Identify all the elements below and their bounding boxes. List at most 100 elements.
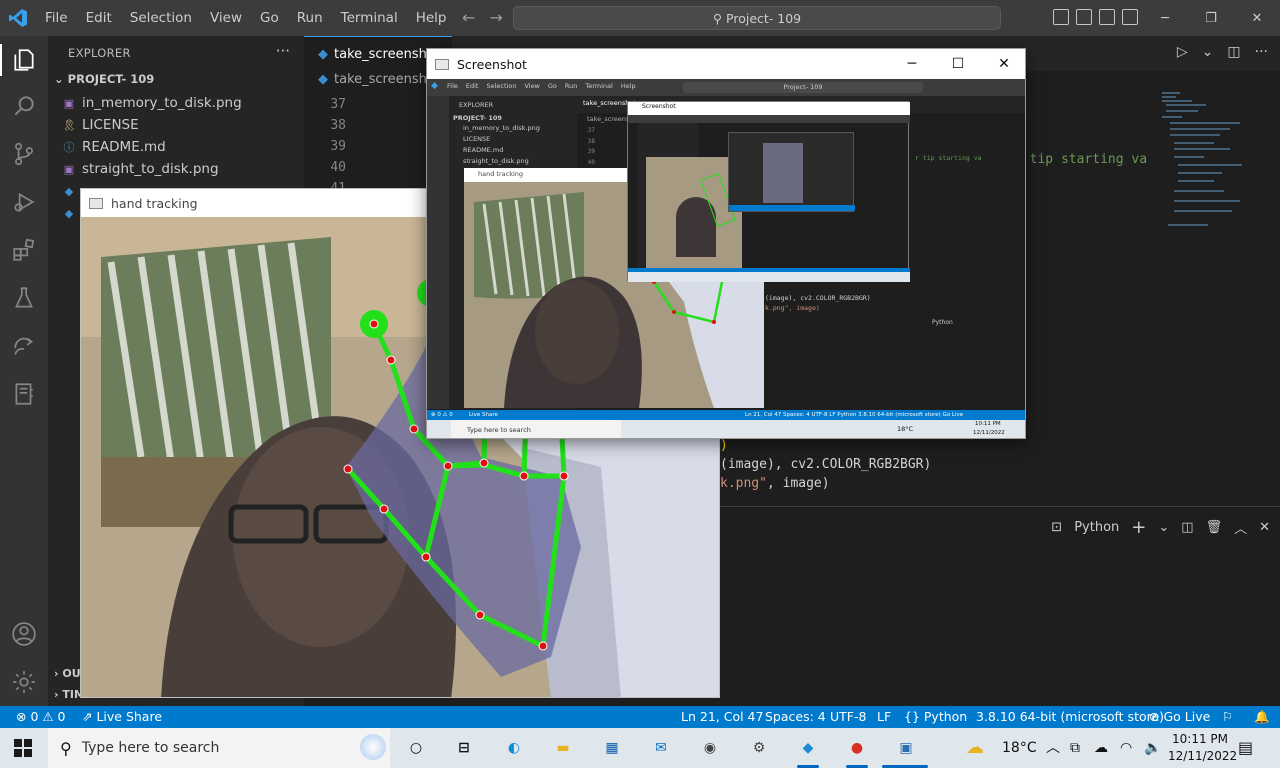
explorer-title: EXPLORER [68, 46, 131, 60]
edge-browser-icon[interactable]: ◐ [500, 734, 528, 762]
run-icon[interactable]: ▷ [1177, 44, 1188, 60]
language-mode[interactable]: {} Python [904, 706, 967, 728]
cortana-icon[interactable]: ○ [402, 734, 430, 762]
toggle-sidebar-icon[interactable] [1053, 9, 1069, 25]
source-control-icon[interactable] [10, 140, 38, 168]
meet-now-icon[interactable]: ⧉ [1070, 728, 1080, 768]
menu-view[interactable]: View [201, 0, 251, 36]
live-share-item[interactable]: ⇗ Live Share [82, 706, 162, 728]
cursor-position[interactable]: Ln 21, Col 47 [681, 706, 763, 728]
menu-selection[interactable]: Selection [121, 0, 201, 36]
add-terminal-icon[interactable]: + [1131, 517, 1146, 538]
chevron-down-icon[interactable]: ⌄ [1202, 44, 1214, 60]
split-editor-icon[interactable]: ◫ [1227, 44, 1240, 60]
go-live-item[interactable]: ⊘ Go Live [1149, 706, 1210, 728]
terminal-name[interactable]: Python [1074, 520, 1119, 535]
python-file-item[interactable]: ◆ [62, 202, 76, 224]
indentation[interactable]: Spaces: 4 [765, 706, 826, 728]
screenshot-titlebar[interactable]: Screenshot ─ ☐ ✕ [427, 49, 1025, 79]
nested-menu-item: Edit [465, 82, 479, 90]
wifi-icon[interactable]: ◠ [1120, 728, 1132, 768]
extensions-icon[interactable] [10, 236, 38, 264]
python-interpreter[interactable]: 3.8.10 64-bit (microsoft store) [976, 706, 1164, 728]
more-icon[interactable]: ··· [1255, 44, 1268, 60]
onedrive-icon[interactable]: ☁ [1094, 728, 1108, 768]
menu-file[interactable]: File [36, 0, 77, 36]
command-center[interactable]: ⚲ Project- 109 [513, 6, 1001, 30]
feedback-icon[interactable]: ⚐ [1222, 706, 1233, 728]
search-highlight-icon [360, 734, 386, 760]
landmark-point [386, 355, 396, 365]
line-number: 40 [330, 160, 346, 175]
search-icon[interactable] [10, 92, 38, 120]
settings-gear-icon[interactable]: ⚙ [745, 734, 773, 762]
nested-status-live-share: Live Share [469, 412, 498, 418]
more-actions-icon[interactable]: ··· [276, 42, 290, 60]
screenshot-window[interactable]: Screenshot ─ ☐ ✕ ◆ File Edit Selection V… [426, 48, 1026, 439]
back-arrow-icon[interactable]: ← [462, 8, 475, 27]
close-panel-icon[interactable]: ✕ [1259, 520, 1270, 535]
file-item[interactable]: ▣ in_memory_to_disk.png [62, 92, 242, 114]
settings-gear-icon[interactable] [10, 668, 38, 696]
trash-icon[interactable]: 🗑 [1206, 520, 1223, 535]
run-debug-icon[interactable] [10, 188, 38, 216]
account-icon[interactable] [10, 620, 38, 648]
forward-arrow-icon[interactable]: → [489, 8, 502, 27]
camera-icon[interactable]: ◉ [696, 734, 724, 762]
chrome-icon[interactable]: ● [843, 734, 871, 762]
temperature[interactable]: 18°C [1002, 728, 1037, 768]
menu-edit[interactable]: Edit [77, 0, 121, 36]
minimap-line [1174, 190, 1224, 192]
vscode-taskbar-icon[interactable]: ◆ [794, 734, 822, 762]
notification-center-icon[interactable]: ▤ [1238, 728, 1253, 768]
file-explorer-icon[interactable]: ▬ [549, 734, 577, 762]
menu-go[interactable]: Go [251, 0, 288, 36]
file-item[interactable]: ▣ straight_to_disk.png [62, 158, 219, 180]
problems-indicator[interactable]: ⊗ 0 ⚠ 0 [16, 706, 66, 728]
close-icon[interactable]: ✕ [1234, 0, 1280, 36]
maximize-panel-icon[interactable]: ︿ [1234, 518, 1247, 537]
encoding[interactable]: UTF-8 [830, 706, 866, 728]
split-terminal-icon[interactable]: ◫ [1181, 520, 1193, 535]
search-icon: ⚲ [60, 738, 72, 758]
toggle-panel-icon[interactable] [1076, 9, 1092, 25]
volume-icon[interactable]: 🔈 [1144, 728, 1161, 768]
menu-terminal[interactable]: Terminal [332, 0, 407, 36]
minimize-icon[interactable]: ─ [1142, 0, 1188, 36]
task-view-icon[interactable]: ⊟ [450, 734, 478, 762]
windows-start-icon[interactable] [14, 739, 32, 757]
chevron-down-icon[interactable]: ⌄ [1158, 520, 1169, 535]
menu-help[interactable]: Help [407, 0, 456, 36]
menu-run[interactable]: Run [288, 0, 332, 36]
remote-explorer-icon[interactable] [10, 332, 38, 360]
line-number: 39 [330, 139, 346, 154]
notifications-bell-icon[interactable]: 🔔 [1254, 706, 1270, 728]
file-item[interactable]: 🎗 LICENSE [62, 114, 139, 136]
mail-icon[interactable]: ✉ [647, 734, 675, 762]
line-numbers: 37 38 39 40 41 [304, 94, 346, 199]
file-name: straight_to_disk.png [82, 161, 219, 177]
file-item[interactable]: ⓘ README.md [62, 136, 166, 158]
nested-screenshot-title: Screenshot [642, 103, 676, 110]
maximize-icon[interactable]: ☐ [935, 49, 981, 79]
toggle-secondary-sidebar-icon[interactable] [1099, 9, 1115, 25]
weather-icon[interactable]: ☁ [966, 728, 984, 768]
customize-layout-icon[interactable] [1122, 9, 1138, 25]
breadcrumb-file[interactable]: take_screensho [334, 72, 435, 87]
explorer-icon[interactable] [10, 46, 38, 74]
testing-icon[interactable] [10, 284, 38, 312]
taskbar-search[interactable]: ⚲ Type here to search [48, 728, 390, 768]
microsoft-store-icon[interactable]: ▦ [598, 734, 626, 762]
system-clock[interactable]: 10:11 PM 12/11/2022 [1168, 731, 1237, 765]
restore-icon[interactable]: ❐ [1188, 0, 1234, 36]
end-of-line[interactable]: LF [877, 706, 891, 728]
python-file-item[interactable]: ◆ [62, 180, 76, 202]
chevron-up-icon[interactable]: ︿ [1046, 728, 1060, 768]
notebook-icon[interactable] [10, 380, 38, 408]
vscode-logo-icon: ◆ [431, 81, 438, 91]
python-app-icon[interactable]: ▣ [892, 734, 920, 762]
close-icon[interactable]: ✕ [981, 49, 1025, 79]
activity-bar [0, 36, 48, 706]
minimize-icon[interactable]: ─ [889, 49, 935, 79]
project-folder[interactable]: ⌄ PROJECT- 109 [54, 72, 154, 86]
